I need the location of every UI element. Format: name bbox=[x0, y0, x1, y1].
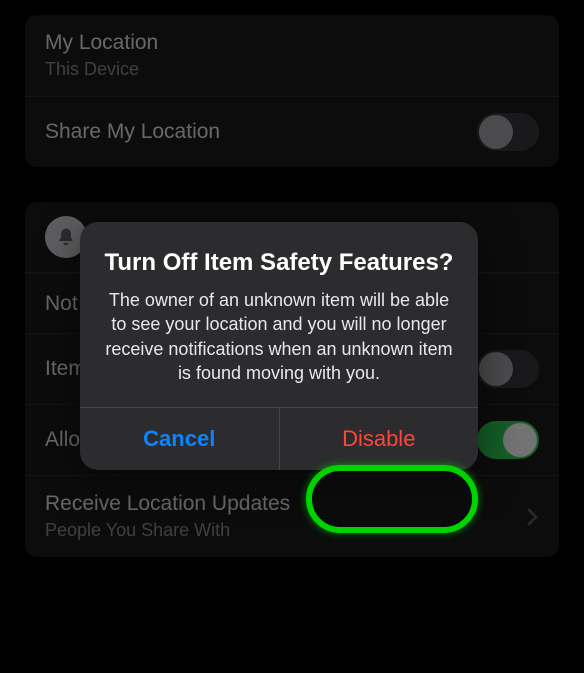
dialog-actions: Cancel Disable bbox=[80, 407, 478, 470]
dialog-body: Turn Off Item Safety Features? The owner… bbox=[80, 222, 478, 407]
confirm-dialog: Turn Off Item Safety Features? The owner… bbox=[80, 222, 478, 470]
dialog-title: Turn Off Item Safety Features? bbox=[102, 248, 456, 278]
disable-button[interactable]: Disable bbox=[280, 408, 479, 470]
cancel-button[interactable]: Cancel bbox=[80, 408, 280, 470]
dialog-message: The owner of an unknown item will be abl… bbox=[102, 288, 456, 385]
